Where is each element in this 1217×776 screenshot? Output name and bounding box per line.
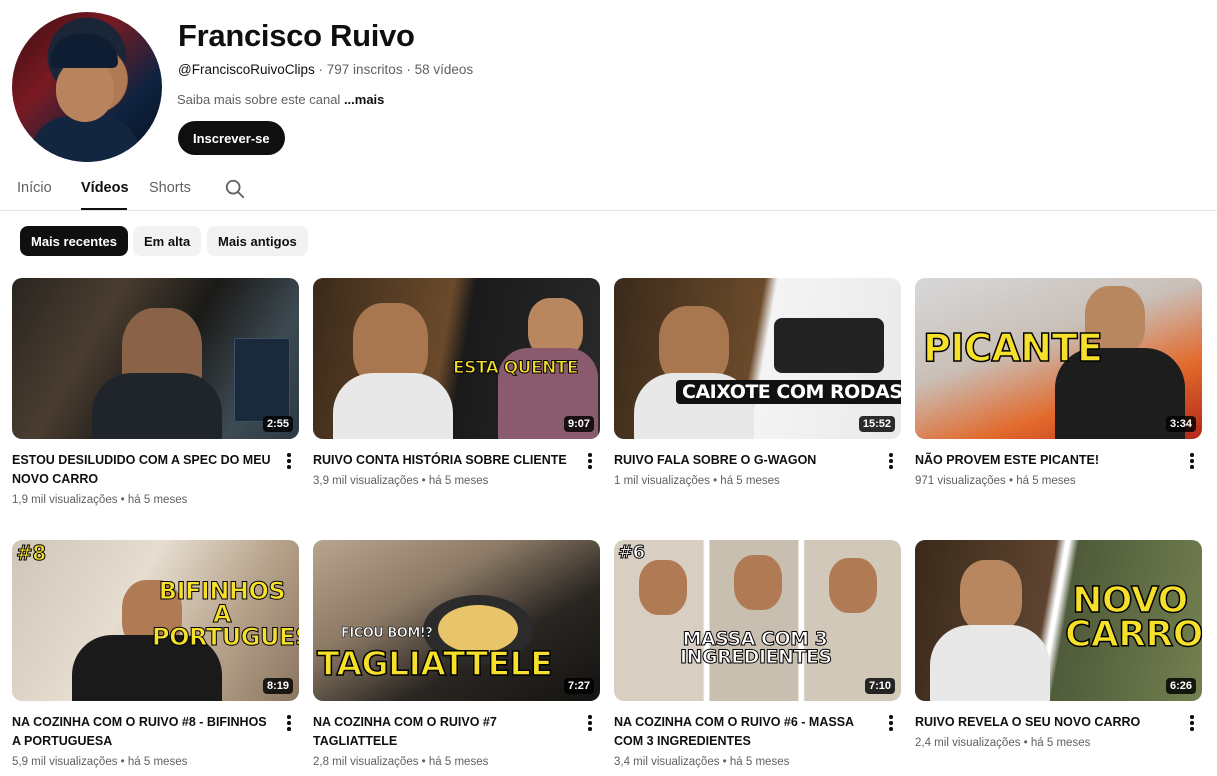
- video-card[interactable]: #6 MASSA COM 3 INGREDIENTES 7:10 NA COZI…: [614, 540, 901, 768]
- video-meta: 2,8 mil visualizações • há 5 meses: [313, 756, 489, 768]
- video-title[interactable]: RUIVO FALA SOBRE O G-WAGON: [614, 451, 875, 470]
- channel-handle: @FranciscoRuivoClips: [178, 62, 315, 77]
- chip-most-recent[interactable]: Mais recentes: [20, 226, 128, 256]
- video-duration: 8:19: [262, 678, 293, 694]
- channel-avatar[interactable]: [12, 12, 162, 162]
- video-title[interactable]: ESTOU DESILUDIDO COM A SPEC DO MEU NOVO …: [12, 451, 273, 489]
- video-thumbnail[interactable]: 2:55: [12, 278, 299, 439]
- video-age: há 5 meses: [720, 475, 780, 487]
- video-meta: 1 mil visualizações • há 5 meses: [614, 475, 780, 487]
- video-meta: 1,9 mil visualizações • há 5 meses: [12, 494, 188, 506]
- video-views: 3,4 mil visualizações: [614, 756, 720, 768]
- video-thumbnail[interactable]: NOVO CARRO 6:26: [915, 540, 1202, 701]
- more-options-icon[interactable]: [582, 713, 598, 733]
- video-meta: 5,9 mil visualizações • há 5 meses: [12, 756, 188, 768]
- thumbnail-caption: PICANTE: [922, 326, 1103, 370]
- video-age: há 5 meses: [729, 756, 790, 768]
- video-views: 5,9 mil visualizações: [12, 756, 118, 768]
- video-meta: 971 visualizações • há 5 meses: [915, 475, 1076, 487]
- video-age: há 5 meses: [127, 494, 188, 506]
- video-duration: 6:26: [1165, 678, 1196, 694]
- video-title[interactable]: NA COZINHA COM O RUIVO #6 - MASSA COM 3 …: [614, 713, 875, 751]
- video-thumbnail[interactable]: ESTA QUENTE 9:07: [313, 278, 600, 439]
- video-title[interactable]: RUIVO CONTA HISTÓRIA SOBRE CLIENTE: [313, 451, 574, 470]
- video-duration: 15:52: [858, 416, 895, 432]
- video-age: há 5 meses: [1016, 475, 1076, 487]
- video-count: 58 vídeos: [414, 62, 474, 77]
- video-age: há 5 meses: [428, 475, 489, 487]
- thumbnail-subcaption: FICOU BOM!?: [341, 626, 433, 641]
- tab-shorts[interactable]: Shorts: [149, 180, 191, 196]
- video-card[interactable]: PICANTE 3:34 NÃO PROVEM ESTE PICANTE! 97…: [915, 278, 1202, 487]
- channel-name: Francisco Ruivo: [178, 18, 415, 53]
- chip-trending[interactable]: Em alta: [133, 226, 202, 256]
- video-age: há 5 meses: [428, 756, 489, 768]
- search-icon[interactable]: [224, 178, 246, 200]
- thumbnail-caption: CAIXOTE COM RODAS: [676, 380, 901, 405]
- video-title[interactable]: RUIVO REVELA O SEU NOVO CARRO: [915, 713, 1176, 732]
- video-card[interactable]: #8 BIFINHOS A PORTUGUESA 8:19 NA COZINHA…: [12, 540, 299, 768]
- thumbnail-caption: TAGLIATTELE: [316, 644, 553, 683]
- video-duration: 9:07: [563, 416, 594, 432]
- thumbnail-caption: NOVO CARRO: [1064, 580, 1202, 656]
- video-duration: 3:34: [1165, 416, 1196, 432]
- more-options-icon[interactable]: [281, 713, 297, 733]
- video-card[interactable]: NOVO CARRO 6:26 RUIVO REVELA O SEU NOVO …: [915, 540, 1202, 749]
- video-age: há 5 meses: [127, 756, 188, 768]
- video-card[interactable]: FICOU BOM!? TAGLIATTELE 7:27 NA COZINHA …: [313, 540, 600, 768]
- thumbnail-caption: BIFINHOS A PORTUGUESA: [152, 577, 300, 651]
- thumbnail-caption: MASSA COM 3 INGREDIENTES: [680, 628, 833, 669]
- subscriber-count: 797 inscritos: [326, 62, 403, 77]
- active-tab-indicator: [81, 208, 127, 210]
- thumbnail-caption: ESTA QUENTE: [452, 358, 579, 378]
- more-options-icon[interactable]: [883, 713, 899, 733]
- video-thumbnail[interactable]: CAIXOTE COM RODAS 15:52: [614, 278, 901, 439]
- video-views: 2,4 mil visualizações: [915, 737, 1021, 749]
- channel-tabs: Início Vídeos Shorts: [0, 168, 1217, 211]
- video-duration: 2:55: [262, 416, 293, 432]
- video-duration: 7:10: [864, 678, 895, 694]
- video-card[interactable]: 2:55 ESTOU DESILUDIDO COM A SPEC DO MEU …: [12, 278, 299, 506]
- subscribe-button[interactable]: Inscrever-se: [178, 121, 285, 155]
- about-text: Saiba mais sobre este canal: [177, 92, 341, 107]
- video-views: 2,8 mil visualizações: [313, 756, 419, 768]
- video-thumbnail[interactable]: FICOU BOM!? TAGLIATTELE 7:27: [313, 540, 600, 701]
- chip-oldest[interactable]: Mais antigos: [207, 226, 308, 256]
- tab-home[interactable]: Início: [17, 180, 52, 196]
- video-thumbnail[interactable]: PICANTE 3:34: [915, 278, 1202, 439]
- tab-videos[interactable]: Vídeos: [81, 180, 129, 196]
- video-meta: 3,9 mil visualizações • há 5 meses: [313, 475, 489, 487]
- more-options-icon[interactable]: [1184, 713, 1200, 733]
- about-more-link[interactable]: ...mais: [344, 92, 384, 107]
- video-views: 3,9 mil visualizações: [313, 475, 419, 487]
- video-views: 1 mil visualizações: [614, 475, 710, 487]
- video-meta: 3,4 mil visualizações • há 5 meses: [614, 756, 790, 768]
- video-duration: 7:27: [563, 678, 594, 694]
- video-thumbnail[interactable]: #8 BIFINHOS A PORTUGUESA 8:19: [12, 540, 299, 701]
- video-title[interactable]: NA COZINHA COM O RUIVO #7 TAGLIATTELE: [313, 713, 574, 751]
- video-meta: 2,4 mil visualizações • há 5 meses: [915, 737, 1091, 749]
- more-options-icon[interactable]: [883, 451, 899, 471]
- channel-about[interactable]: Saiba mais sobre este canal ...mais: [177, 92, 384, 107]
- video-views: 971 visualizações: [915, 475, 1006, 487]
- video-title[interactable]: NÃO PROVEM ESTE PICANTE!: [915, 451, 1176, 470]
- more-options-icon[interactable]: [1184, 451, 1200, 471]
- video-views: 1,9 mil visualizações: [12, 494, 118, 506]
- more-options-icon[interactable]: [582, 451, 598, 471]
- episode-badge: #8: [16, 541, 47, 565]
- video-age: há 5 meses: [1030, 737, 1091, 749]
- video-title[interactable]: NA COZINHA COM O RUIVO #8 - BIFINHOS A P…: [12, 713, 273, 751]
- video-card[interactable]: ESTA QUENTE 9:07 RUIVO CONTA HISTÓRIA SO…: [313, 278, 600, 487]
- more-options-icon[interactable]: [281, 451, 297, 471]
- video-thumbnail[interactable]: #6 MASSA COM 3 INGREDIENTES 7:10: [614, 540, 901, 701]
- episode-badge: #6: [618, 542, 646, 563]
- video-card[interactable]: CAIXOTE COM RODAS 15:52 RUIVO FALA SOBRE…: [614, 278, 901, 487]
- channel-meta: @FranciscoRuivoClips · 797 inscritos · 5…: [178, 62, 474, 77]
